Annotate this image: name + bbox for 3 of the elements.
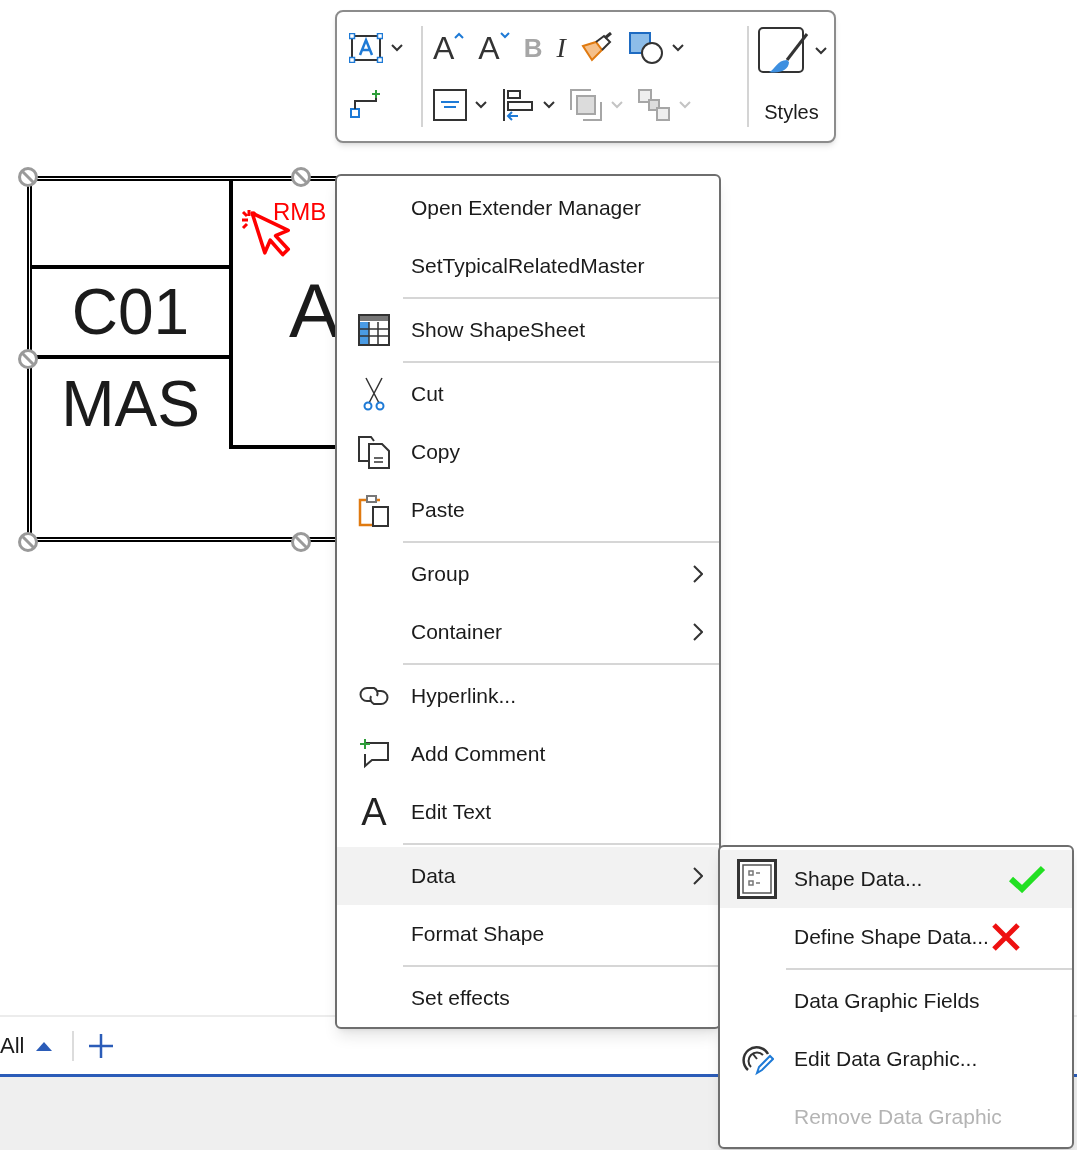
annotation-label: RMB	[273, 200, 327, 224]
letter-glyph: A	[361, 793, 387, 831]
shape-cell: C01	[32, 269, 233, 359]
